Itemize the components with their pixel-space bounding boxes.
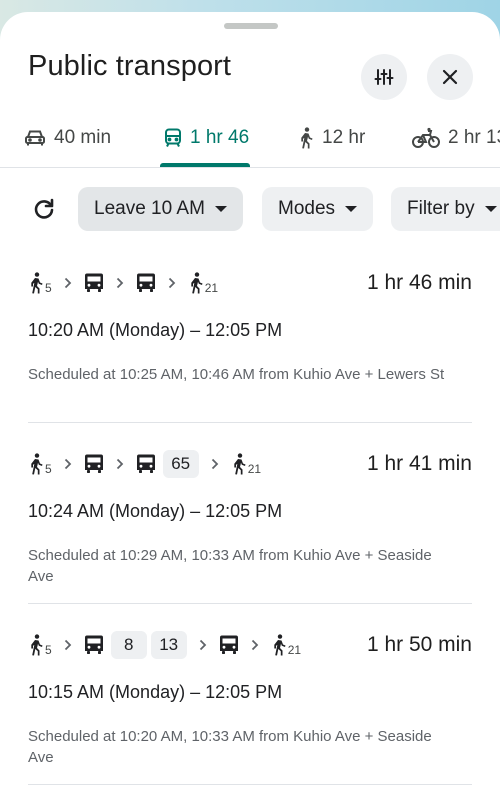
walk-icon xyxy=(28,272,44,294)
walk-step: 21 xyxy=(231,453,262,476)
walk-minutes: 21 xyxy=(204,281,219,295)
route-schedule: Scheduled at 10:25 AM, 10:46 AM from Kuh… xyxy=(28,366,445,383)
walk-icon xyxy=(28,453,44,475)
directions-sheet: Public transport 40 min 1 hr 46 12 hr 2 … xyxy=(0,12,500,789)
chevron-down-icon xyxy=(214,206,227,212)
filter-by-chip[interactable]: Filter by xyxy=(391,187,500,231)
route-times: 10:20 AM (Monday) – 12:05 PM xyxy=(28,320,283,340)
bus-line-badge: 8 xyxy=(110,631,147,659)
leave-time-chip[interactable]: Leave 10 AM xyxy=(78,187,243,231)
bus-icon xyxy=(136,272,156,294)
bus-icon xyxy=(219,634,239,656)
walk-step: 5 xyxy=(28,453,52,476)
route-steps: 5 8 13 21 xyxy=(28,630,301,660)
route-schedule: Scheduled at 10:20 AM, 10:33 AM from Kuh… xyxy=(28,728,432,766)
route-option[interactable]: 5 65 21 1 hr 41 min 10:24 AM (Monday) – … xyxy=(0,449,500,619)
close-icon xyxy=(442,69,458,85)
modes-chip[interactable]: Modes xyxy=(262,187,374,231)
chevron-right-icon xyxy=(199,639,207,651)
page-title: Public transport xyxy=(28,50,232,82)
walk-step: 5 xyxy=(28,272,52,295)
walk-step: 21 xyxy=(188,272,219,295)
route-option[interactable]: 5 8 13 21 1 hr 50 min 10:15 AM (Monday) … xyxy=(0,630,500,789)
bus-icon xyxy=(84,272,104,294)
options-button[interactable] xyxy=(361,54,407,100)
walk-icon xyxy=(271,634,287,656)
tab-bike[interactable]: 2 hr 13 xyxy=(412,108,500,168)
tab-transit-label: 1 hr 46 xyxy=(190,127,250,148)
walk-minutes: 5 xyxy=(45,281,52,295)
walk-minutes: 21 xyxy=(247,462,262,476)
chevron-right-icon xyxy=(211,458,219,470)
close-button[interactable] xyxy=(427,54,473,100)
route-steps: 5 21 xyxy=(28,268,218,298)
route-steps: 5 65 21 xyxy=(28,449,261,479)
bus-step: 8 13 xyxy=(84,631,187,659)
walk-minutes: 21 xyxy=(287,643,302,657)
walk-icon xyxy=(188,272,204,294)
tune-sliders-icon xyxy=(374,67,394,87)
tab-walk[interactable]: 12 hr xyxy=(298,108,365,168)
route-duration: 1 hr 46 min xyxy=(366,271,472,294)
route-times: 10:24 AM (Monday) – 12:05 PM xyxy=(28,501,283,521)
car-icon xyxy=(24,129,54,147)
modes-label: Modes xyxy=(278,198,336,219)
bus-icon xyxy=(84,453,104,475)
chevron-right-icon xyxy=(116,277,124,289)
walk-icon xyxy=(231,453,247,475)
chevron-right-icon xyxy=(251,639,259,651)
bus-line-badge: 13 xyxy=(150,631,187,659)
route-option[interactable]: 5 21 1 hr 46 min 10:20 AM (Monday) – 12:… xyxy=(0,268,500,438)
filter-by-label: Filter by xyxy=(407,198,475,219)
bus-step xyxy=(219,634,239,656)
active-tab-indicator xyxy=(160,163,250,167)
chevron-right-icon xyxy=(64,458,72,470)
chevron-right-icon xyxy=(64,639,72,651)
drag-handle[interactable] xyxy=(224,23,278,29)
refresh-button[interactable] xyxy=(28,193,60,225)
route-duration: 1 hr 50 min xyxy=(366,633,472,656)
chevron-down-icon xyxy=(484,206,497,212)
route-schedule: Scheduled at 10:29 AM, 10:33 AM from Kuh… xyxy=(28,547,432,585)
tab-car-label: 40 min xyxy=(54,127,112,148)
bus-line-badge: 65 xyxy=(162,450,199,478)
bus-step: 65 xyxy=(136,450,199,478)
filter-bar: Leave 10 AM Modes Filter by xyxy=(0,187,500,233)
walk-step: 5 xyxy=(28,634,52,657)
bus-icon xyxy=(136,453,156,475)
route-divider xyxy=(28,784,472,785)
route-duration: 1 hr 41 min xyxy=(366,452,472,475)
transit-icon xyxy=(164,128,190,148)
chevron-down-icon xyxy=(345,206,358,212)
chevron-right-icon xyxy=(116,458,124,470)
route-times: 10:15 AM (Monday) – 12:05 PM xyxy=(28,682,283,702)
travel-mode-tabs: 40 min 1 hr 46 12 hr 2 hr 1 xyxy=(0,108,500,168)
bike-icon xyxy=(412,127,448,149)
chevron-right-icon xyxy=(64,277,72,289)
bus-step xyxy=(84,272,104,294)
walk-icon xyxy=(28,634,44,656)
walk-minutes: 5 xyxy=(45,643,52,657)
walk-minutes: 5 xyxy=(45,462,52,476)
tab-walk-label: 12 hr xyxy=(322,127,366,148)
chevron-right-icon xyxy=(168,277,176,289)
tab-car[interactable]: 40 min xyxy=(24,108,111,168)
walk-icon xyxy=(298,127,322,149)
refresh-icon xyxy=(32,197,56,221)
route-divider xyxy=(28,603,472,604)
walk-step: 21 xyxy=(271,634,302,657)
bus-icon xyxy=(84,634,104,656)
leave-time-label: Leave 10 AM xyxy=(94,198,205,219)
tab-transit[interactable]: 1 hr 46 xyxy=(164,108,249,168)
route-divider xyxy=(28,422,472,423)
tab-bike-label: 2 hr 13 xyxy=(448,127,500,148)
bus-step xyxy=(84,453,104,475)
bus-step xyxy=(136,272,156,294)
